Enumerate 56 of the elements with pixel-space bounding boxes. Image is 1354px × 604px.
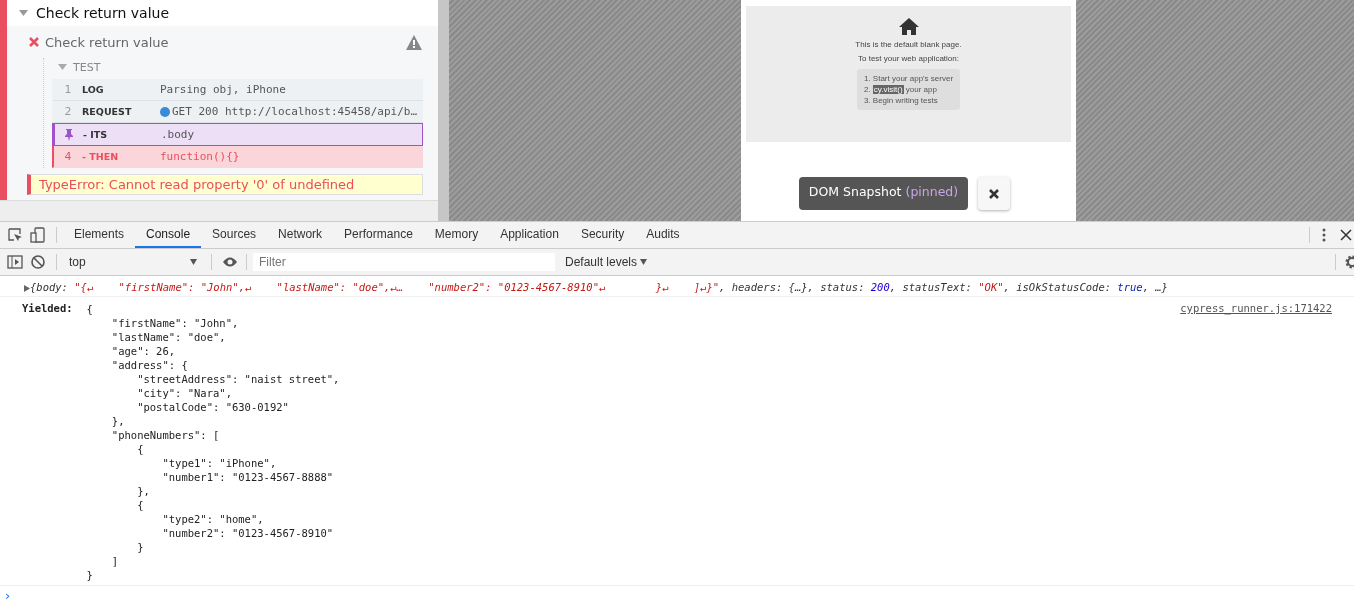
- line-number: 1: [63, 83, 73, 96]
- devtools-tab[interactable]: Memory: [423, 222, 490, 248]
- command-name: - ITS: [83, 129, 109, 140]
- console-object[interactable]: {body: "{↵ "firstName": "John",↵ "lastName": "doe",↵… "number2": "0123-4567-8910"↵ }↵ ]↵}", headers: {…}, status: 200, statusText: "OK", isOkStatusCode: true, …}: [22, 281, 1168, 293]
- yielded-label: Yielded:: [22, 302, 73, 316]
- close-icon[interactable]: [1340, 229, 1352, 241]
- page-heading: This is the default blank page.: [855, 40, 962, 49]
- device-icon[interactable]: [30, 227, 46, 243]
- devtools-tab[interactable]: Application: [489, 222, 570, 248]
- cross-icon: [29, 37, 39, 47]
- scrollbar[interactable]: [438, 0, 449, 221]
- error-message[interactable]: TypeError: Cannot read property '0' of undefined: [27, 174, 423, 195]
- yielded-value: { "firstName": "John", "lastName": "doe", "age": 26, "address": { "streetAddress": "naist street", "city": "Nara", "postalCode": "630-0192" }, "phoneNumbers": [ { "type1": "iPhone", "number1": "0123-4567-8888" }, { "type2": "home", "number2": "0123-4567-8910" } ] }: [86, 302, 340, 582]
- expand-icon[interactable]: [24, 285, 30, 292]
- close-button[interactable]: [978, 177, 1011, 210]
- step-item: 3. Begin writing tests: [863, 96, 939, 105]
- suite-title[interactable]: Check return value: [36, 5, 169, 21]
- caret-icon[interactable]: [19, 10, 28, 16]
- more-icon[interactable]: [1322, 228, 1326, 242]
- line-number: 4: [63, 150, 73, 163]
- source-link[interactable]: cypress_runner.js:171422: [1180, 302, 1332, 314]
- clear-icon[interactable]: [30, 254, 46, 270]
- devtools-tab[interactable]: Network: [267, 222, 334, 248]
- command-name: - THEN: [82, 151, 120, 162]
- line-number: 2: [63, 105, 73, 118]
- command-row[interactable]: 2 REQUEST GET 200 http://localhost:45458/api/b…: [52, 101, 423, 123]
- levels-dropdown[interactable]: Default levels: [559, 254, 654, 270]
- command-message: GET 200 http://localhost:45458/api/b…: [172, 105, 418, 118]
- command-row[interactable]: 1 LOG Parsing obj, iPhone: [52, 79, 423, 101]
- command-message: .body: [161, 128, 195, 141]
- home-icon: [898, 18, 919, 35]
- warning-icon: [406, 34, 422, 50]
- dropdown-icon: [190, 259, 197, 265]
- inspect-icon[interactable]: [7, 227, 23, 243]
- command-name: LOG: [82, 84, 105, 95]
- sidebar-icon[interactable]: [7, 254, 23, 270]
- context-select[interactable]: top: [63, 255, 203, 269]
- filter-field[interactable]: Filter: [253, 253, 555, 271]
- devtools-tab[interactable]: Sources: [201, 222, 268, 248]
- command-message: function(){}: [160, 150, 240, 163]
- devtools-tab[interactable]: Security: [569, 222, 636, 248]
- pin-icon: [64, 128, 74, 141]
- snapshot-label: DOM Snapshot (pinned): [798, 177, 969, 210]
- test-name[interactable]: Check return value: [45, 34, 406, 50]
- devtools-tab[interactable]: Audits: [635, 222, 691, 248]
- page-subheading: To test your web application:: [858, 54, 959, 63]
- dropdown-icon: [640, 259, 648, 265]
- step-item: 2. cy.visit() your app: [863, 85, 938, 94]
- close-icon: [989, 188, 1000, 199]
- command-name: REQUEST: [82, 106, 133, 117]
- step-item: 1. Start your app's server: [863, 74, 954, 83]
- devtools-tab[interactable]: Performance: [333, 222, 424, 248]
- command-message: Parsing obj, iPhone: [160, 83, 286, 96]
- devtools-tab[interactable]: Elements: [63, 222, 136, 248]
- command-row[interactable]: - ITS .body: [52, 123, 423, 146]
- console-prompt[interactable]: ›: [0, 585, 1354, 604]
